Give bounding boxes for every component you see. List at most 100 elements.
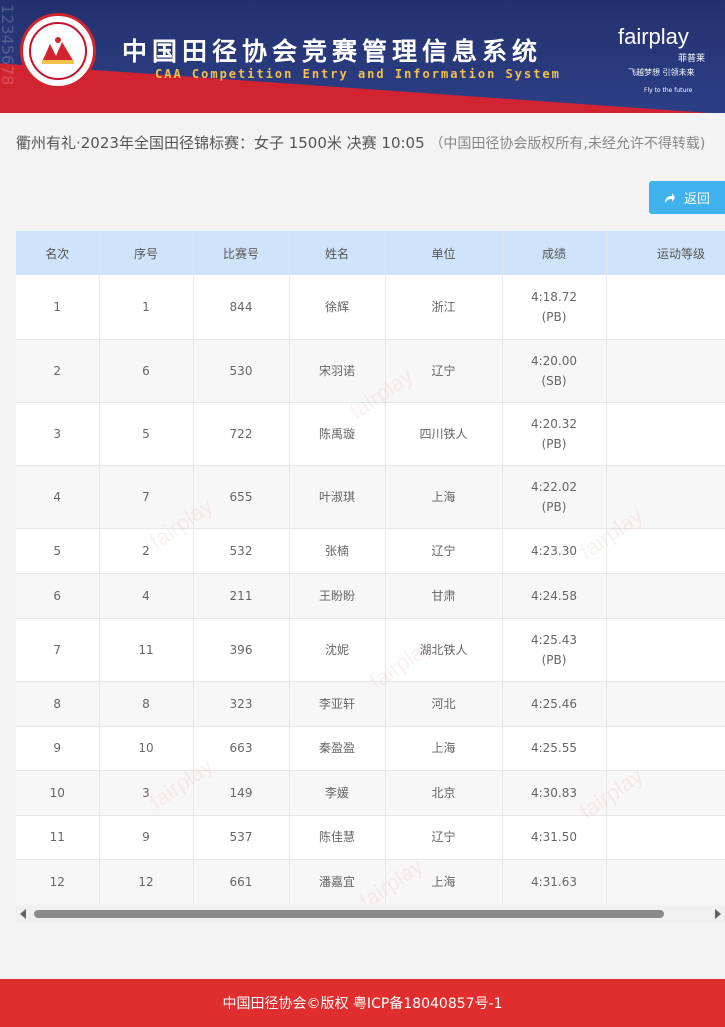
cell-bib: 655 xyxy=(193,465,290,529)
cell-name: 李媛 xyxy=(289,770,386,816)
cell-bib: 149 xyxy=(193,770,290,816)
result-time: 4:25.55 xyxy=(530,741,578,755)
cell-level xyxy=(606,275,725,340)
cell-lane: 2 xyxy=(99,528,194,574)
cell-bib: 396 xyxy=(193,618,290,682)
cell-rank: 4 xyxy=(16,465,100,529)
cell-lane: 1 xyxy=(99,275,194,340)
caa-logo[interactable] xyxy=(20,13,96,89)
sponsor-tagline: Fly to the future xyxy=(644,87,693,94)
cell-lane: 10 xyxy=(99,726,194,771)
cell-unit: 湖北铁人 xyxy=(385,618,503,682)
cell-rank: 11 xyxy=(16,815,100,860)
cell-bib: 530 xyxy=(193,339,290,403)
sponsor-slogan: 飞越梦想 引领未来 xyxy=(628,68,695,77)
scroll-left-icon[interactable] xyxy=(20,909,26,919)
sponsor-name: fairplay xyxy=(618,24,689,49)
cell-bib: 663 xyxy=(193,726,290,771)
cell-result: 4:20.32 (PB) xyxy=(502,402,607,466)
column-header-unit: 单位 xyxy=(385,231,503,275)
cell-bib: 844 xyxy=(193,275,290,340)
table-row: 10 3 149 李媛 北京 4:30.83 xyxy=(16,770,725,816)
result-note: (SB) xyxy=(541,373,567,388)
column-header-bib: 比赛号 xyxy=(193,231,290,275)
cell-lane: 6 xyxy=(99,339,194,403)
share-arrow-icon xyxy=(664,192,675,203)
cell-name: 张楠 xyxy=(289,528,386,574)
cell-result: 4:25.46 xyxy=(502,681,607,727)
cell-result: 4:22.02 (PB) xyxy=(502,465,607,529)
cell-unit: 北京 xyxy=(385,770,503,816)
result-note: (PB) xyxy=(541,499,567,514)
results-table: 名次 序号 比赛号 姓名 单位 成绩 运动等级 1 1 844 徐辉 浙江 4:… xyxy=(16,231,725,904)
cell-result: 4:20.00 (SB) xyxy=(502,339,607,403)
cell-level xyxy=(606,618,725,682)
result-time: 4:25.43 xyxy=(530,632,578,647)
caa-logo-inner xyxy=(29,22,87,80)
cell-unit: 上海 xyxy=(385,465,503,529)
table-row: 12 12 661 潘嘉宜 上海 4:31.63 xyxy=(16,859,725,904)
horizontal-scrollbar[interactable] xyxy=(16,906,725,922)
result-note: (PB) xyxy=(541,309,567,324)
footer-copyright: 中国田径协会©版权 粤ICP备18040857号-1 xyxy=(222,996,503,1012)
cell-unit: 辽宁 xyxy=(385,339,503,403)
cell-bib: 661 xyxy=(193,859,290,904)
event-title: 衢州有礼·2023年全国田径锦标赛：女子 1500米 决赛 10:05 xyxy=(16,134,425,152)
results-table-container[interactable]: 名次 序号 比赛号 姓名 单位 成绩 运动等级 1 1 844 徐辉 浙江 4:… xyxy=(16,231,725,904)
cell-lane: 9 xyxy=(99,815,194,860)
cell-rank: 2 xyxy=(16,339,100,403)
result-time: 4:31.50 xyxy=(530,830,578,844)
back-button-label: 返回 xyxy=(683,192,710,207)
cell-rank: 3 xyxy=(16,402,100,466)
cell-rank: 5 xyxy=(16,528,100,574)
cell-name: 徐辉 xyxy=(289,275,386,340)
back-button[interactable]: 返回 xyxy=(649,181,725,214)
svg-text:12345678: 12345678 xyxy=(0,4,17,85)
table-row: 5 2 532 张楠 辽宁 4:23.30 xyxy=(16,528,725,574)
table-row: 7 11 396 沈妮 湖北铁人 4:25.43 (PB) xyxy=(16,618,725,682)
table-row: 1 1 844 徐辉 浙江 4:18.72 (PB) xyxy=(16,275,725,340)
cell-level xyxy=(606,573,725,619)
cell-result: 4:25.55 xyxy=(502,726,607,771)
cell-result: 4:25.43 (PB) xyxy=(502,618,607,682)
cell-level xyxy=(606,770,725,816)
cell-name: 宋羽诺 xyxy=(289,339,386,403)
cell-unit: 甘肃 xyxy=(385,573,503,619)
cell-rank: 8 xyxy=(16,681,100,727)
system-subtitle: CAA Competition Entry and Information Sy… xyxy=(155,67,561,81)
cell-name: 沈妮 xyxy=(289,618,386,682)
cell-lane: 7 xyxy=(99,465,194,529)
cell-name: 潘嘉宜 xyxy=(289,859,386,904)
header-banner: 12345678 中国田径协会竞赛管理信息系统 CAA Competition … xyxy=(0,0,725,113)
cell-level xyxy=(606,859,725,904)
cell-lane: 8 xyxy=(99,681,194,727)
cell-name: 陈佳慧 xyxy=(289,815,386,860)
cell-bib: 211 xyxy=(193,573,290,619)
cell-rank: 10 xyxy=(16,770,100,816)
table-row: 9 10 663 秦盈盈 上海 4:25.55 xyxy=(16,726,725,771)
sponsor-logo[interactable]: fairplay 菲普莱 飞越梦想 引领未来 Fly to the future xyxy=(618,24,705,94)
cell-level xyxy=(606,339,725,403)
cell-name: 李亚轩 xyxy=(289,681,386,727)
cell-result: 4:23.30 xyxy=(502,528,607,574)
scroll-right-icon[interactable] xyxy=(715,909,721,919)
cell-result: 4:18.72 (PB) xyxy=(502,275,607,340)
cell-lane: 12 xyxy=(99,859,194,904)
cell-bib: 323 xyxy=(193,681,290,727)
cell-rank: 12 xyxy=(16,859,100,904)
column-header-lane: 序号 xyxy=(99,231,194,275)
cell-result: 4:24.58 xyxy=(502,573,607,619)
cell-lane: 11 xyxy=(99,618,194,682)
column-header-result: 成绩 xyxy=(502,231,607,275)
cell-result: 4:30.83 xyxy=(502,770,607,816)
cell-lane: 3 xyxy=(99,770,194,816)
table-body: 1 1 844 徐辉 浙江 4:18.72 (PB) 2 6 530 宋羽诺 辽宁… xyxy=(16,275,725,904)
cell-lane: 5 xyxy=(99,402,194,466)
result-time: 4:22.02 xyxy=(530,479,578,494)
cell-unit: 辽宁 xyxy=(385,815,503,860)
scrollbar-thumb[interactable] xyxy=(34,910,664,918)
result-time: 4:31.63 xyxy=(530,874,578,889)
cell-rank: 9 xyxy=(16,726,100,771)
cell-name: 陈禹璇 xyxy=(289,402,386,466)
cell-level xyxy=(606,402,725,466)
